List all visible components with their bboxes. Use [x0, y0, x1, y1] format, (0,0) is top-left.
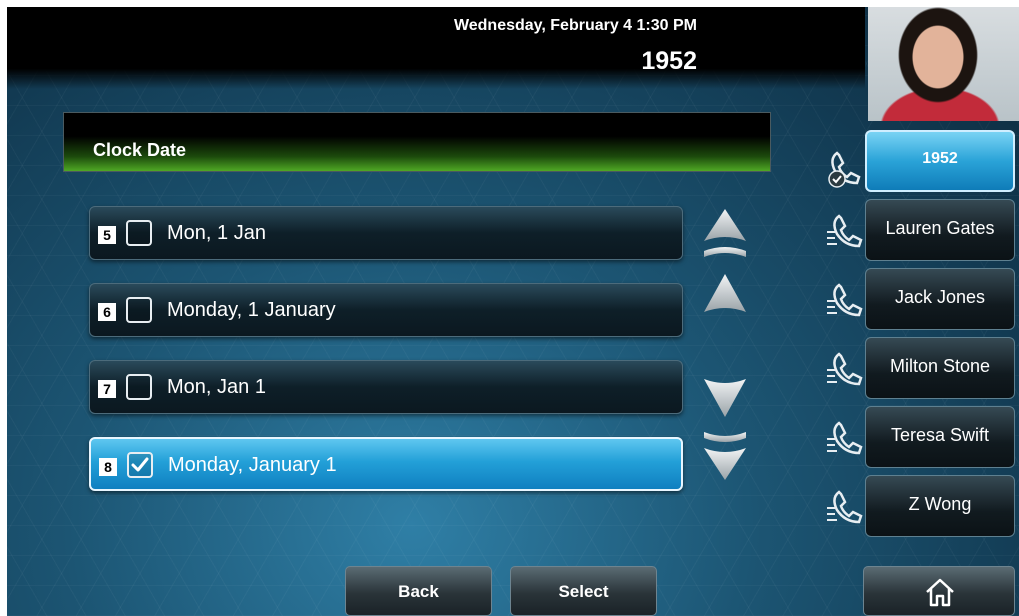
line-key-label: Milton Stone [889, 356, 991, 376]
option-item[interactable]: 7 Mon, Jan 1 [89, 360, 683, 414]
line-key-z-wong[interactable]: Z Wong [865, 475, 1015, 537]
date-time: Wednesday, February 4 1:30 PM [453, 17, 697, 34]
extension-number: 1952 [641, 47, 697, 75]
registered-line-icon [828, 151, 861, 188]
handset-icon [827, 421, 863, 455]
option-label: Monday, 1 January [167, 299, 336, 321]
option-number: 7 [98, 380, 116, 398]
option-number: 5 [98, 226, 116, 244]
option-item[interactable]: 6 Monday, 1 January [89, 283, 683, 337]
line-key-label: Jack Jones [894, 287, 986, 307]
checkmark-icon [131, 457, 149, 472]
select-button[interactable]: Select [510, 566, 657, 616]
option-item-selected[interactable]: 8 Monday, January 1 [89, 437, 683, 491]
page-down-icon[interactable] [702, 426, 748, 482]
checkbox-checked[interactable] [127, 452, 153, 478]
line-key-teresa-swift[interactable]: Teresa Swift [865, 406, 1015, 468]
line-key-label: Lauren Gates [885, 218, 995, 238]
option-label: Mon, 1 Jan [167, 222, 266, 244]
handset-icon [827, 283, 863, 317]
page-up-icon[interactable] [702, 207, 748, 263]
down-arrow-icon[interactable] [702, 375, 748, 419]
user-photo [868, 7, 1019, 121]
line-key-label: Teresa Swift [890, 425, 990, 445]
option-label: Mon, Jan 1 [167, 376, 266, 398]
page-title: Clock Date [93, 140, 187, 160]
option-number: 6 [98, 303, 116, 321]
checkbox[interactable] [126, 297, 152, 323]
handset-icon [827, 490, 863, 524]
menu-title-bar: Clock Date [63, 112, 771, 172]
status-bar: Wednesday, February 4 1:30 PM 1952 [7, 7, 865, 89]
handset-icon [827, 352, 863, 386]
home-icon [926, 578, 954, 607]
option-number: 8 [99, 458, 117, 476]
line-key-label: Z Wong [908, 494, 972, 514]
option-item[interactable]: 5 Mon, 1 Jan [89, 206, 683, 260]
handset-icon [827, 214, 863, 248]
option-label: Monday, January 1 [168, 454, 337, 476]
back-button[interactable]: Back [345, 566, 492, 616]
checkbox[interactable] [126, 374, 152, 400]
line-key-label: 1952 [922, 150, 958, 167]
line-key-1952[interactable]: 1952 [865, 130, 1015, 192]
phone-screen: Wednesday, February 4 1:30 PM 1952 Clock… [7, 7, 1019, 616]
home-button[interactable] [863, 566, 1015, 616]
checkbox[interactable] [126, 220, 152, 246]
line-key-milton-stone[interactable]: Milton Stone [865, 337, 1015, 399]
up-arrow-icon[interactable] [702, 272, 748, 316]
line-key-lauren-gates[interactable]: Lauren Gates [865, 199, 1015, 261]
line-key-jack-jones[interactable]: Jack Jones [865, 268, 1015, 330]
